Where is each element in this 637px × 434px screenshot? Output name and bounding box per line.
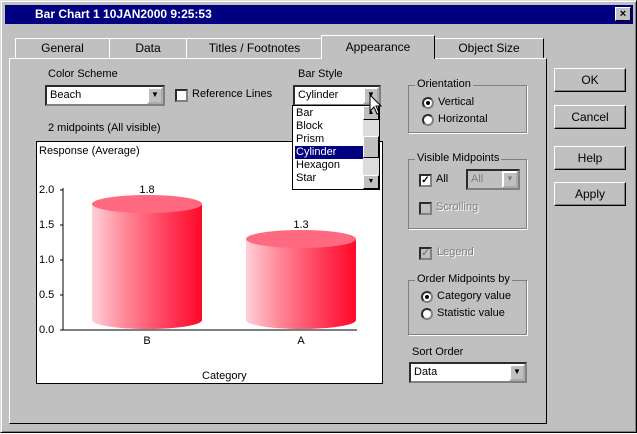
color-scheme-value: Beach (50, 89, 82, 101)
y-tick-label: 1.5 (39, 219, 54, 231)
scroll-thumb[interactable] (363, 136, 379, 158)
bar-style-option-cylinder[interactable]: Cylinder (295, 146, 363, 159)
x-tick-label: B (143, 335, 150, 347)
bar-style-option-bar[interactable]: Bar (295, 107, 363, 120)
reference-lines-checkbox[interactable] (175, 89, 188, 102)
x-tick-label: A (297, 335, 305, 347)
orientation-title: Orientation (415, 78, 473, 90)
sort-order-label: Sort Order (412, 346, 464, 358)
order-statistic-radio[interactable] (421, 308, 433, 320)
order-category-label: Category value (437, 290, 511, 302)
orientation-horizontal-radio[interactable] (422, 114, 434, 126)
order-category-radio[interactable] (421, 291, 433, 303)
y-tick-label: 0.0 (39, 324, 54, 336)
all-midpoints-checkbox[interactable]: ✓ (419, 174, 432, 187)
y-tick-label: 2.0 (39, 184, 54, 196)
chart-bar (246, 230, 356, 329)
mouse-cursor-icon (369, 94, 383, 115)
chevron-down-icon[interactable]: ▼ (502, 171, 518, 188)
color-scheme-label: Color Scheme (48, 68, 118, 80)
sort-order-value: Data (414, 366, 438, 378)
chevron-down-icon[interactable]: ▼ (147, 87, 163, 104)
chart-bar (92, 195, 202, 329)
bar-style-value: Cylinder (298, 89, 339, 101)
midpoints-select-value: All (471, 173, 484, 185)
bar-style-option-hexagon[interactable]: Hexagon (295, 159, 363, 172)
bar-data-label: 1.8 (139, 184, 154, 196)
bar-body (246, 239, 356, 329)
bar-style-option-block[interactable]: Block (295, 120, 363, 133)
bar-top (92, 195, 202, 213)
legend-checkbox[interactable]: ✓ (419, 247, 432, 260)
midpoints-select[interactable]: All ▼ (466, 169, 520, 190)
bar-style-option-star[interactable]: Star (295, 172, 363, 185)
visible-midpoints-title: Visible Midpoints (415, 152, 502, 164)
scroll-down-icon[interactable]: ▼ (363, 175, 379, 189)
x-axis-label: Category (202, 370, 247, 382)
sort-order-select[interactable]: Data ▼ (409, 362, 527, 383)
orientation-horizontal-label: Horizontal (438, 113, 488, 125)
chevron-down-icon[interactable]: ▼ (509, 364, 525, 381)
all-midpoints-label: All (436, 173, 449, 185)
dialog-window: Bar Chart 1 10JAN2000 9:25:53 × General … (0, 0, 637, 433)
color-scheme-select[interactable]: Beach ▼ (45, 85, 165, 106)
midpoints-info: 2 midpoints (All visible) (48, 122, 161, 134)
bar-style-label: Bar Style (298, 68, 343, 80)
order-statistic-label: Statistic value (437, 307, 505, 319)
y-tick-label: 1.0 (39, 254, 54, 266)
orientation-vertical-label: Vertical (438, 96, 475, 108)
reference-lines-label: Reference Lines (192, 88, 273, 100)
bar-style-dropdown-list[interactable]: Bar Block Prism Cylinder Hexagon Star ▲ … (292, 105, 380, 190)
bar-top (246, 230, 356, 248)
order-midpoints-title: Order Midpoints by (415, 273, 512, 285)
bar-style-option-prism[interactable]: Prism (295, 133, 363, 146)
orientation-vertical-radio[interactable] (422, 97, 434, 109)
y-tick-label: 0.5 (39, 289, 54, 301)
bar-body (92, 204, 202, 329)
bar-style-select[interactable]: Cylinder ▼ (293, 85, 381, 106)
scrolling-label: Scrolling (436, 201, 479, 213)
dropdown-scrollbar[interactable]: ▲ ▼ (363, 106, 379, 189)
legend-label: Legend (437, 246, 474, 258)
bar-data-label: 1.3 (293, 219, 308, 231)
scrolling-checkbox[interactable] (419, 202, 432, 215)
